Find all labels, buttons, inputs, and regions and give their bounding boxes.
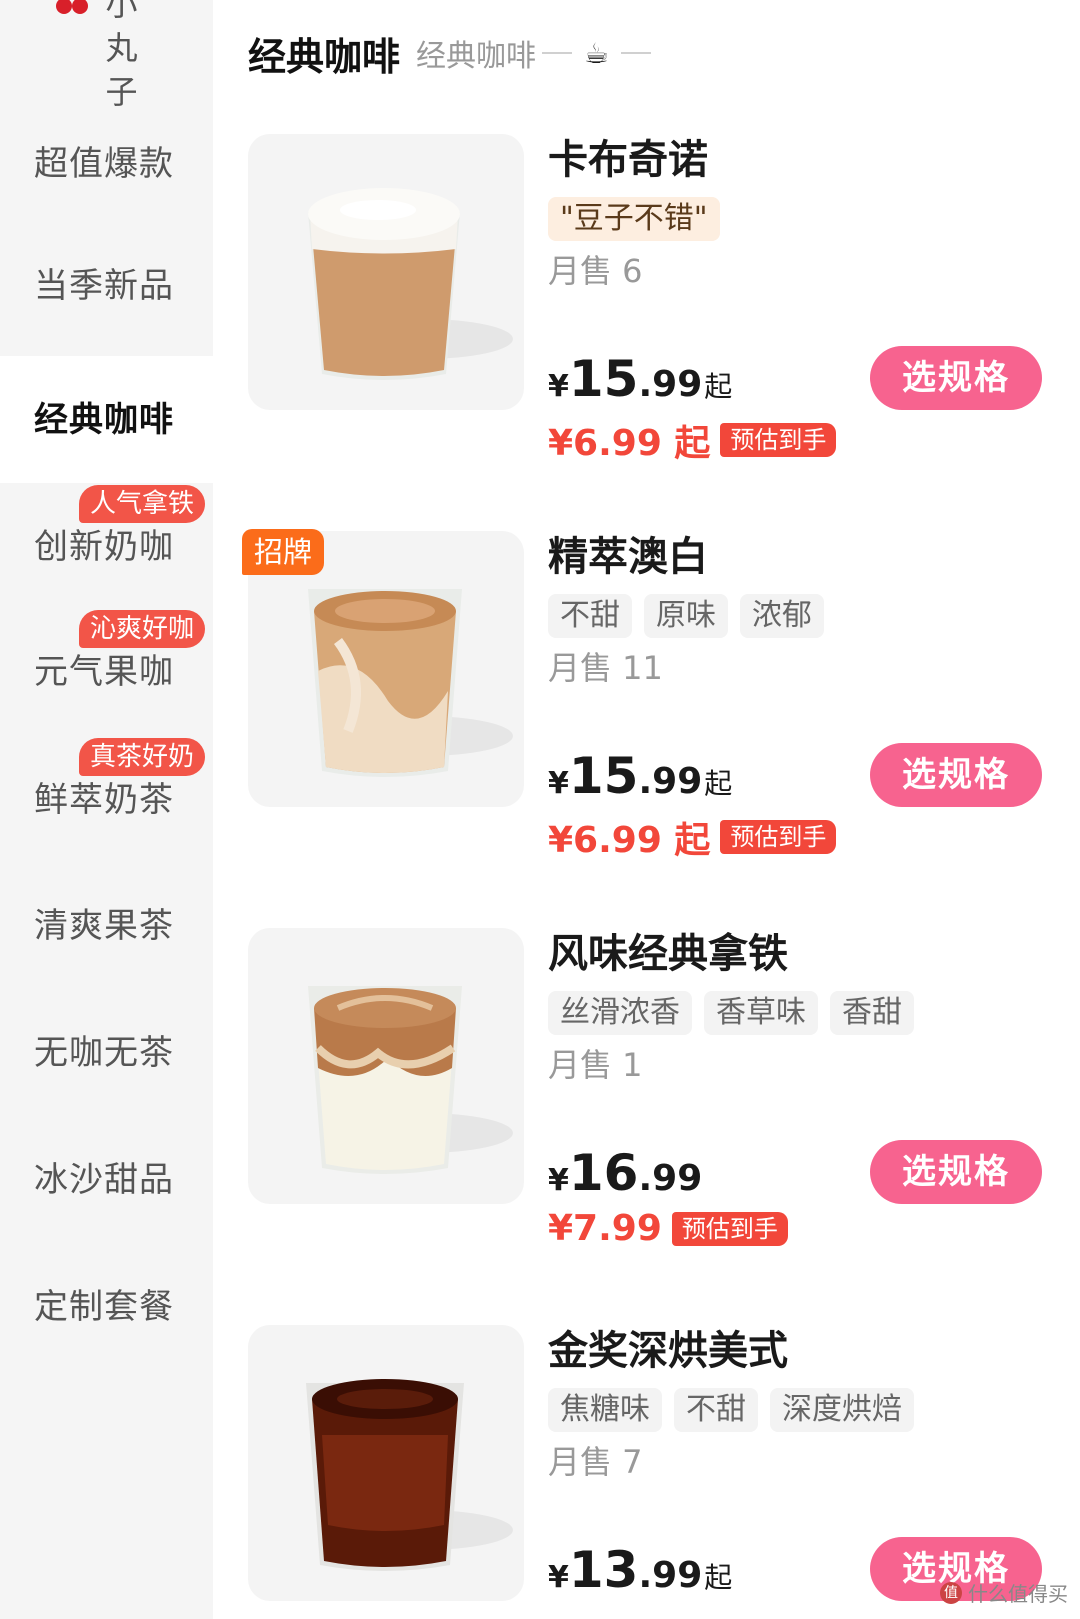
price-decimal: .99	[638, 1158, 703, 1199]
sidebar-item-label: 经典咖啡	[34, 400, 174, 440]
sidebar-badge: 人气拿铁	[78, 485, 205, 523]
product-image-latte[interactable]	[248, 928, 524, 1204]
product-tags: "豆子不错"	[548, 197, 720, 241]
product-tag: 浓郁	[740, 594, 824, 638]
product-tag: 原味	[644, 594, 728, 638]
sidebar-badge: 沁爽好咖	[78, 610, 205, 648]
price-integer: 13	[568, 1541, 639, 1599]
currency-symbol: ¥	[548, 1560, 569, 1595]
coffee-cup-icon: ☕	[584, 36, 610, 70]
currency-symbol: ¥	[548, 369, 569, 404]
sidebar-item-fruit-tea[interactable]: 清爽果茶	[34, 906, 204, 946]
section-title: 经典咖啡	[248, 34, 401, 79]
product-name: 金奖深烘美式	[548, 1328, 788, 1374]
product-tag: "豆子不错"	[548, 197, 720, 241]
estimated-price-row: ¥6.99 起 预估到手	[548, 811, 837, 863]
sidebar-item-label: 冰沙甜品	[34, 1160, 174, 1200]
product-price: ¥15.99起	[548, 746, 732, 818]
product-name: 精萃澳白	[548, 534, 708, 580]
sidebar-item-smoothie-dessert[interactable]: 冰沙甜品	[34, 1160, 204, 1200]
estimated-badge: 预估到手	[720, 820, 837, 854]
sidebar-item-label: 超值爆款	[34, 144, 174, 184]
cherry-icon	[54, 0, 90, 24]
sidebar-item-innovative-milk-coffee[interactable]: 创新奶咖	[34, 527, 204, 567]
price-from-suffix: 起	[704, 370, 733, 403]
product-card[interactable]: 风味经典拿铁 丝滑浓香 香草味 香甜 月售 1 ¥16.99 ¥7.99 预估到…	[248, 928, 1058, 1249]
product-name: 卡布奇诺	[548, 137, 708, 183]
product-tag: 香草味	[704, 991, 818, 1035]
sidebar-item-label: 创新奶咖	[34, 527, 174, 567]
section-header: 经典咖啡 经典咖啡 ☕	[248, 28, 657, 79]
price-from-suffix: 起	[704, 1561, 733, 1594]
product-tags: 不甜 原味 浓郁	[548, 594, 824, 638]
sidebar-item-classic-coffee[interactable]: 经典咖啡	[34, 400, 204, 440]
monthly-sales: 月售 11	[548, 649, 663, 687]
product-name: 风味经典拿铁	[548, 931, 788, 977]
monthly-sales: 月售 1	[548, 1046, 643, 1084]
price-integer: 15	[568, 350, 639, 408]
signature-badge: 招牌	[242, 529, 325, 575]
sidebar-partial-label: 小丸子	[105, 0, 138, 111]
product-card[interactable]: 金奖深烘美式 焦糖味 不甜 深度烘焙 月售 7 ¥13.99起 选规格	[248, 1325, 1058, 1615]
product-tags: 丝滑浓香 香草味 香甜	[548, 991, 914, 1035]
product-tag: 深度烘焙	[770, 1388, 914, 1432]
sidebar-item-partial[interactable]: 小丸子	[0, 0, 205, 114]
product-tag: 不甜	[548, 594, 632, 638]
sidebar-item-custom-combo[interactable]: 定制套餐	[34, 1287, 204, 1327]
sidebar-item-milk-tea[interactable]: 鲜萃奶茶	[34, 780, 204, 820]
select-spec-button[interactable]: 选规格	[870, 346, 1042, 410]
sidebar-item-label: 当季新品	[34, 266, 174, 306]
currency-symbol: ¥	[548, 1163, 569, 1198]
divider	[621, 52, 652, 54]
monthly-sales: 月售 6	[548, 252, 643, 290]
product-price: ¥16.99	[548, 1143, 704, 1215]
sidebar-item-label: 鲜萃奶茶	[34, 780, 174, 820]
sidebar-item-label: 元气果咖	[34, 652, 174, 692]
product-price: ¥15.99起	[548, 349, 732, 421]
watermark-text: 什么值得买	[968, 1582, 1068, 1606]
currency-symbol: ¥	[548, 766, 569, 801]
product-card[interactable]: 招牌 精萃澳白 不甜 原味 浓郁 月售 11 ¥15.99起 ¥6.99 起 预…	[242, 529, 1058, 861]
product-card[interactable]: 卡布奇诺 "豆子不错" 月售 6 ¥15.99起 ¥6.99 起 预估到手 选规…	[248, 134, 1058, 464]
select-spec-button[interactable]: 选规格	[870, 743, 1042, 807]
estimated-badge: 预估到手	[720, 423, 837, 457]
section-subtitle: 经典咖啡	[416, 39, 537, 74]
product-price: ¥13.99起	[548, 1540, 732, 1612]
sidebar-badge: 真茶好奶	[78, 738, 205, 776]
product-tag: 香甜	[830, 991, 914, 1035]
price-decimal: .99	[638, 761, 703, 802]
estimated-price-row: ¥7.99 预估到手	[548, 1208, 788, 1249]
estimated-price: ¥6.99 起	[548, 423, 711, 464]
watermark: 值 什么值得买	[940, 1578, 1068, 1607]
sidebar-item-value-hits[interactable]: 超值爆款	[34, 144, 204, 184]
select-spec-button[interactable]: 选规格	[870, 1140, 1042, 1204]
estimated-price: ¥6.99 起	[548, 820, 711, 861]
sidebar-item-label: 定制套餐	[34, 1287, 174, 1327]
estimated-price: ¥7.99	[548, 1208, 662, 1249]
product-image-americano[interactable]	[248, 1325, 524, 1601]
sidebar-item-fruit-coffee[interactable]: 元气果咖	[34, 652, 204, 692]
estimated-badge: 预估到手	[671, 1211, 788, 1246]
estimated-price-row: ¥6.99 起 预估到手	[548, 414, 837, 466]
monthly-sales: 月售 7	[548, 1443, 643, 1481]
sidebar-item-label: 清爽果茶	[34, 906, 174, 946]
price-from-suffix: 起	[704, 767, 733, 800]
sidebar-item-seasonal[interactable]: 当季新品	[34, 266, 204, 306]
price-integer: 15	[568, 747, 639, 805]
product-tag: 丝滑浓香	[548, 991, 692, 1035]
sidebar-item-no-coffee-tea[interactable]: 无咖无茶	[34, 1033, 204, 1073]
product-tags: 焦糖味 不甜 深度烘焙	[548, 1388, 914, 1432]
product-tag: 不甜	[674, 1388, 758, 1432]
product-tag: 焦糖味	[548, 1388, 662, 1432]
price-decimal: .99	[638, 364, 703, 405]
category-sidebar: 小丸子 超值爆款 当季新品 经典咖啡 人气拿铁 创新奶咖 沁爽好咖 元气果咖 真…	[0, 0, 213, 1619]
sidebar-item-label: 无咖无茶	[34, 1033, 174, 1073]
product-image-cappuccino[interactable]	[248, 134, 524, 410]
price-decimal: .99	[638, 1555, 703, 1596]
price-integer: 16	[568, 1144, 639, 1202]
divider	[542, 52, 573, 54]
zhi-logo-icon: 值	[940, 1581, 962, 1604]
